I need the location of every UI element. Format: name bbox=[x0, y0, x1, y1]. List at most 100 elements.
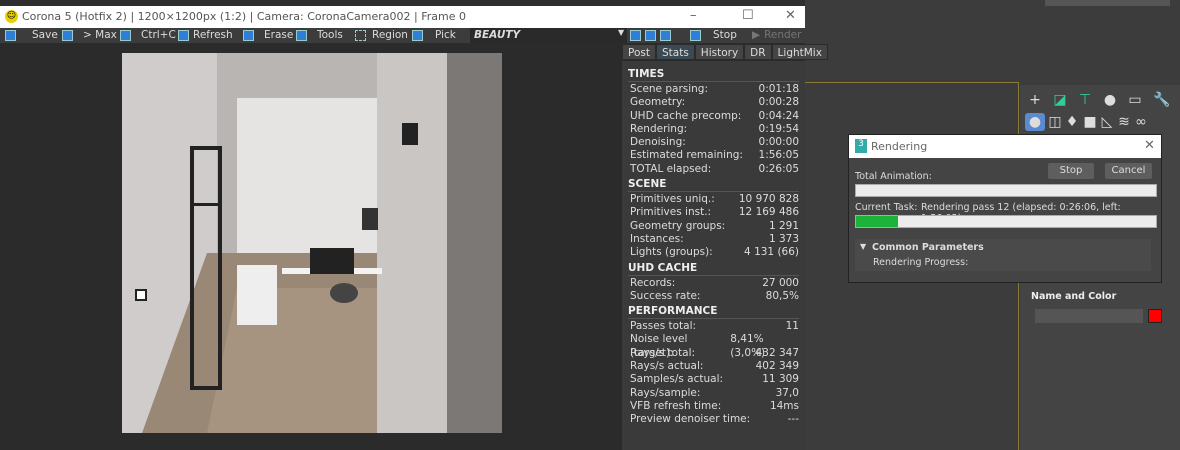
stat-value: 1:56:05 bbox=[758, 149, 799, 162]
stat-label: Rays/sample: bbox=[630, 386, 701, 399]
stat-value: --- bbox=[787, 413, 799, 426]
stat-label: Lights (groups): bbox=[630, 246, 713, 259]
max-button[interactable]: > Max bbox=[62, 28, 117, 43]
create-tab-icon[interactable]: + bbox=[1025, 91, 1045, 109]
object-color-swatch[interactable] bbox=[1148, 309, 1162, 323]
tab-stats[interactable]: Stats bbox=[655, 44, 695, 60]
tools-label: Tools bbox=[317, 29, 343, 41]
motion-tab-icon[interactable]: ● bbox=[1100, 91, 1120, 109]
zoom-out-button[interactable] bbox=[645, 28, 656, 43]
stats-row: Scene parsing: 0:01:18 bbox=[628, 83, 799, 96]
maximize-button[interactable]: ☐ bbox=[742, 8, 754, 23]
stat-value: 0:19:54 bbox=[758, 122, 799, 135]
stats-row: Samples/s actual: 11 309 bbox=[628, 373, 799, 386]
window-title: Corona 5 (Hotfix 2) | 1200×1200px (1:2) … bbox=[22, 10, 466, 23]
stat-label: Denoising: bbox=[630, 136, 686, 149]
pick-label: Pick bbox=[435, 29, 456, 41]
stat-value: 11 309 bbox=[762, 373, 799, 386]
dialog-cancel-button[interactable]: Cancel bbox=[1105, 163, 1152, 179]
vfb-toolbar: Save > Max Ctrl+C Refresh Erase Tools Re… bbox=[0, 28, 805, 43]
stats-row: Passes total: 11 bbox=[628, 320, 799, 333]
region-label: Region bbox=[372, 29, 408, 41]
stat-label: Rays/s actual: bbox=[630, 360, 704, 373]
stats-row: Primitives uniq.: 10 970 828 bbox=[628, 193, 799, 206]
stat-value: 27 000 bbox=[762, 276, 799, 289]
stats-row: VFB refresh time: 14ms bbox=[628, 400, 799, 413]
stat-label: Passes total: bbox=[630, 320, 697, 333]
tools-button[interactable]: Tools bbox=[296, 28, 343, 43]
erase-button[interactable]: Erase bbox=[243, 28, 293, 43]
channel-select[interactable]: BEAUTY bbox=[470, 28, 627, 43]
corona-logo-icon: ☺ bbox=[5, 10, 18, 23]
copy-button[interactable]: Ctrl+C bbox=[120, 28, 176, 43]
stats-section-uhd: UHD CACHE bbox=[628, 262, 799, 276]
render-label: Render bbox=[764, 29, 802, 41]
current-task-label: Current Task: bbox=[855, 202, 918, 213]
rendered-image[interactable] bbox=[122, 53, 502, 433]
stop-button[interactable]: Stop bbox=[690, 28, 737, 43]
stat-value: 14ms bbox=[769, 399, 799, 412]
stat-label: Primitives uniq.: bbox=[630, 193, 715, 206]
zoom-out-icon bbox=[645, 30, 656, 41]
object-name-input[interactable] bbox=[1035, 309, 1143, 323]
dialog-stop-button[interactable]: Stop bbox=[1048, 163, 1094, 179]
stat-label: Rendering: bbox=[630, 122, 688, 135]
stats-row: Geometry: 0:00:28 bbox=[628, 96, 799, 109]
save-button[interactable]: Save bbox=[5, 28, 58, 43]
stats-row: Records: 27 000 bbox=[628, 277, 799, 290]
tab-dr[interactable]: DR bbox=[744, 44, 772, 60]
modify-tab-icon[interactable]: ◪ bbox=[1050, 91, 1070, 109]
rollout-title[interactable]: Common Parameters bbox=[872, 242, 984, 253]
utilities-tab-icon[interactable]: 🔧 bbox=[1152, 91, 1172, 109]
minimize-button[interactable]: – bbox=[690, 8, 697, 23]
dialog-title-bar: 3 Rendering ✕ bbox=[849, 135, 1161, 158]
stat-value: 1 373 bbox=[768, 232, 799, 245]
close-button[interactable]: ✕ bbox=[785, 8, 796, 23]
stat-value: 0:00:28 bbox=[758, 96, 799, 109]
max-icon bbox=[62, 30, 73, 41]
stop-label: Stop bbox=[713, 29, 737, 41]
pick-button[interactable]: Pick bbox=[412, 28, 456, 43]
stat-label: Success rate: bbox=[630, 289, 701, 302]
zoom-in-button[interactable] bbox=[630, 28, 641, 43]
geometry-icon[interactable]: ● bbox=[1025, 113, 1045, 131]
stat-label: Noise level (target): bbox=[630, 333, 688, 359]
lights-icon[interactable]: ♦ bbox=[1062, 113, 1082, 131]
tab-lightmix[interactable]: LightMix bbox=[771, 44, 828, 60]
max-label: > Max bbox=[83, 29, 117, 41]
pick-icon bbox=[412, 30, 423, 41]
stat-label: UHD cache precomp: bbox=[630, 109, 742, 122]
tab-history[interactable]: History bbox=[694, 44, 745, 60]
zoom-fit-button[interactable] bbox=[660, 28, 671, 43]
refresh-button[interactable]: Refresh bbox=[178, 28, 233, 43]
stat-label: Primitives inst.: bbox=[630, 206, 712, 219]
refresh-icon bbox=[178, 30, 189, 41]
zoom-fit-icon bbox=[660, 30, 671, 41]
play-icon: ▶ bbox=[752, 29, 761, 41]
stats-row: Instances: 1 373 bbox=[628, 233, 799, 246]
stats-row: Estimated remaining: 1:56:05 bbox=[628, 149, 799, 162]
stats-row: Denoising: 0:00:00 bbox=[628, 136, 799, 149]
stat-label: Rays/s total: bbox=[630, 346, 696, 359]
region-button[interactable]: Region bbox=[355, 28, 408, 43]
tab-post[interactable]: Post bbox=[622, 44, 656, 60]
stat-value: 432 347 bbox=[755, 346, 799, 359]
common-parameters-rollout: ▼ Common Parameters Rendering Progress: bbox=[855, 239, 1151, 271]
render-button[interactable]: ▶ Render bbox=[752, 28, 801, 43]
stats-row: Rays/s actual: 402 349 bbox=[628, 360, 799, 373]
systems-icon[interactable]: ∞ bbox=[1131, 113, 1151, 131]
copy-label: Ctrl+C bbox=[141, 29, 176, 41]
stat-label: Samples/s actual: bbox=[630, 373, 724, 386]
display-tab-icon[interactable]: ▭ bbox=[1125, 91, 1145, 109]
stats-panel: TIMES Scene parsing: 0:01:18 Geometry: 0:00:… bbox=[622, 61, 805, 450]
max-toolbar-field[interactable] bbox=[1045, 0, 1170, 6]
stats-row: Success rate: 80,5% bbox=[628, 290, 799, 303]
stats-row: Primitives inst.: 12 169 486 bbox=[628, 206, 799, 219]
rollout-collapse-icon[interactable]: ▼ bbox=[860, 242, 866, 251]
stats-row: Preview denoiser time: --- bbox=[628, 413, 799, 426]
stop-icon bbox=[690, 30, 701, 41]
dialog-close-button[interactable]: ✕ bbox=[1144, 138, 1155, 153]
stat-value: 80,5% bbox=[765, 289, 799, 302]
save-icon bbox=[5, 30, 16, 41]
hierarchy-tab-icon[interactable]: ⊤ bbox=[1075, 91, 1095, 109]
